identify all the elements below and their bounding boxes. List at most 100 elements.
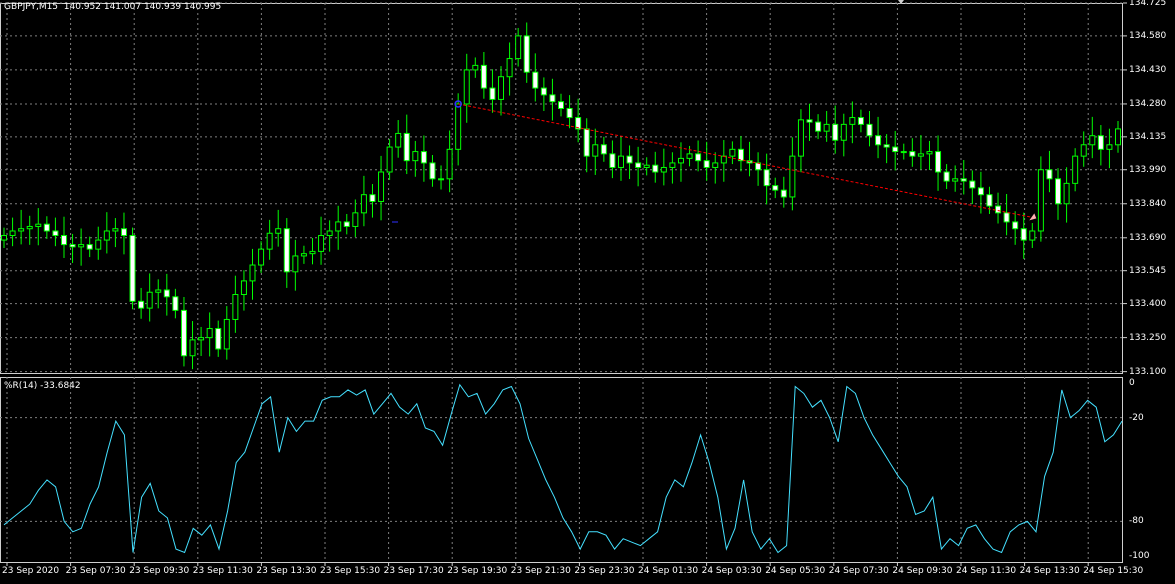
bull-candle xyxy=(952,178,959,182)
bull-candle xyxy=(1029,230,1036,241)
bear-candle xyxy=(583,128,590,157)
bull-candle xyxy=(232,294,239,320)
bear-candle xyxy=(609,153,616,168)
trendline xyxy=(458,103,1033,218)
indicator-level-label: -80 xyxy=(1129,516,1144,527)
indicator-level-label: -20 xyxy=(1129,412,1144,423)
bull-candle xyxy=(1089,135,1096,146)
bear-candle xyxy=(566,107,573,119)
price-label: 134.280 xyxy=(1129,98,1167,109)
price-label: 133.400 xyxy=(1129,298,1167,309)
bull-candle xyxy=(266,232,273,250)
time-label: 24 Sep 01:30 xyxy=(638,566,699,576)
bear-candle xyxy=(420,151,427,164)
bear-candle xyxy=(1055,178,1062,205)
chart-canvas[interactable] xyxy=(0,0,1175,584)
bear-candle xyxy=(1046,169,1053,180)
bear-candle xyxy=(283,228,290,273)
time-label: 23 Sep 11:30 xyxy=(192,566,253,576)
bull-candle xyxy=(617,155,624,168)
bear-candle xyxy=(832,123,839,141)
bull-candle xyxy=(438,178,445,181)
bull-candle xyxy=(198,337,205,341)
bear-candle xyxy=(943,171,950,182)
bear-candle xyxy=(429,162,436,180)
bull-candle xyxy=(395,132,402,148)
bull-candle xyxy=(917,153,924,157)
bear-candle xyxy=(489,87,496,100)
price-label: 133.250 xyxy=(1129,332,1167,343)
bull-candle xyxy=(849,117,856,125)
bear-candle xyxy=(883,144,890,148)
bear-candle xyxy=(626,155,633,164)
indicator-frame xyxy=(0,377,1123,563)
bear-candle xyxy=(772,185,779,191)
bull-candle xyxy=(292,255,299,273)
bull-candle xyxy=(506,58,513,78)
bear-candle xyxy=(909,151,916,157)
time-label: 23 Sep 21:30 xyxy=(510,566,571,576)
bull-candle xyxy=(249,264,256,282)
bear-candle xyxy=(215,328,222,350)
williams-r-line xyxy=(3,383,1123,554)
ohlc-readout: 140.952 141.007 140.939 140.995 xyxy=(63,2,222,12)
bear-candle xyxy=(960,178,967,182)
bull-candle xyxy=(729,148,736,157)
bear-candle xyxy=(163,289,170,298)
bear-candle xyxy=(875,135,882,146)
bear-candle xyxy=(558,101,564,109)
time-label: 24 Sep 07:30 xyxy=(828,566,889,576)
bull-candle xyxy=(223,318,230,350)
time-label: 23 Sep 07:30 xyxy=(65,566,126,576)
bear-candle xyxy=(969,180,976,189)
bull-candle xyxy=(309,250,316,255)
bull-candle xyxy=(660,166,667,173)
bull-candle xyxy=(78,244,85,248)
bull-candle xyxy=(669,162,676,168)
indicator-name: %R(14) xyxy=(4,381,38,391)
price-label: 134.725 xyxy=(1129,0,1167,8)
bull-candle xyxy=(1037,169,1044,232)
trendline-end-arrow xyxy=(1029,213,1037,221)
bull-candle xyxy=(112,228,119,232)
bull-candle xyxy=(592,144,599,157)
price-label: 133.545 xyxy=(1129,265,1167,276)
bull-candle xyxy=(95,239,102,250)
time-label: 23 Sep 2020 xyxy=(2,566,60,576)
price-label: 133.990 xyxy=(1129,164,1167,175)
bear-candle xyxy=(369,194,376,202)
bear-candle xyxy=(180,309,187,357)
bull-candle xyxy=(446,148,453,180)
trading-terminal[interactable]: GBPJPY,M15 140.952 141.007 140.939 140.9… xyxy=(0,0,1175,584)
time-label: 23 Sep 23:30 xyxy=(574,566,635,576)
bull-candle xyxy=(26,225,33,230)
time-label: 23 Sep 15:30 xyxy=(320,566,381,576)
main-chart-frame xyxy=(0,3,1123,374)
bull-candle xyxy=(103,230,110,241)
bear-candle xyxy=(52,230,59,237)
indicator-value: -33.6842 xyxy=(40,381,81,391)
price-label: 133.840 xyxy=(1129,198,1167,209)
bull-candle xyxy=(789,155,796,198)
time-label: 24 Sep 05:30 xyxy=(765,566,826,576)
bull-candle xyxy=(386,146,393,173)
bull-candle xyxy=(797,119,804,157)
bear-candle xyxy=(866,123,873,137)
bear-candle xyxy=(43,223,50,232)
bear-candle xyxy=(780,189,787,198)
bear-candle xyxy=(172,296,179,311)
bear-candle xyxy=(138,300,145,309)
bear-candle xyxy=(1097,135,1104,150)
bull-candle xyxy=(189,339,196,357)
bull-candle xyxy=(9,230,16,237)
bull-candle xyxy=(677,157,684,164)
bear-candle xyxy=(1012,221,1019,230)
bull-candle xyxy=(1106,144,1113,150)
bear-candle xyxy=(86,244,93,250)
indicator-level-label: 0 xyxy=(1129,378,1135,388)
bear-candle xyxy=(120,228,127,237)
bull-candle xyxy=(258,248,265,266)
bear-candle xyxy=(1003,212,1010,223)
bull-candle xyxy=(643,164,650,168)
time-label: 23 Sep 13:30 xyxy=(256,566,317,576)
